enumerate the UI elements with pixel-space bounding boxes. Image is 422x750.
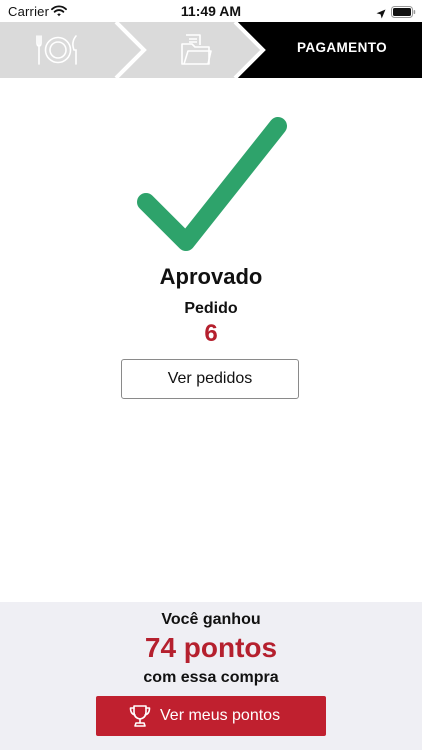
step-menu[interactable]	[0, 22, 120, 78]
status-bar: Carrier 11:49 AM	[0, 0, 422, 22]
battery-icon	[391, 5, 416, 23]
rewards-purchase-text: com essa compra	[143, 669, 279, 686]
checkout-steps: PAGAMENTO	[0, 22, 422, 78]
view-orders-button[interactable]: Ver pedidos	[121, 359, 299, 399]
folder-document-icon	[180, 31, 212, 72]
view-points-label: Ver meus pontos	[160, 707, 281, 724]
order-number: 6	[204, 320, 218, 347]
clock: 11:49 AM	[180, 3, 242, 19]
rewards-earned-text: Você ganhou	[161, 611, 261, 628]
trophy-icon	[129, 704, 151, 733]
rewards-panel: Você ganhou 74 pontos com essa compra Ve…	[0, 602, 422, 750]
view-points-button[interactable]: Ver meus pontos	[96, 696, 326, 736]
step-review[interactable]	[140, 22, 240, 78]
payment-status-title: Aprovado	[159, 264, 263, 289]
step-payment-label: PAGAMENTO	[296, 40, 388, 55]
payment-approved-screen: Carrier 11:49 AM PAGAMENTO Aprovado Pedi…	[0, 0, 422, 750]
order-label: Pedido	[184, 300, 238, 317]
checkmark-icon	[133, 114, 293, 269]
plate-cutlery-icon	[34, 34, 80, 71]
step-payment: PAGAMENTO	[262, 22, 422, 78]
rewards-points-value: 74 pontos	[144, 632, 278, 663]
